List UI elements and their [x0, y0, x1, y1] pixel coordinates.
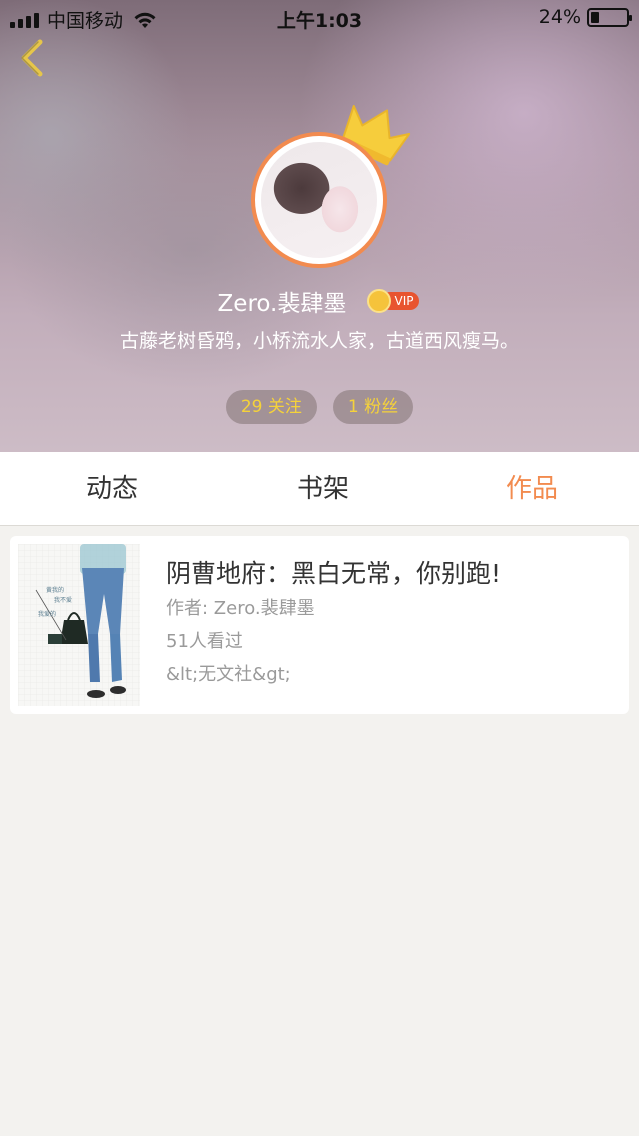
back-chevron-icon[interactable] — [14, 36, 50, 80]
profile-tabs: 动态 书架 作品 — [0, 452, 639, 526]
profile-bio: 古藤老树昏鸦，小桥流水人家，古道西风瘦马。 — [119, 330, 519, 352]
svg-text:黄我的: 黄我的 — [46, 586, 64, 594]
avatar[interactable] — [251, 132, 387, 268]
battery-level — [591, 11, 599, 23]
profile-header: 中国移动 上午1:03 24% Zero.裴肆墨 VIP 古藤老树昏鸦，小桥流水… — [0, 0, 639, 452]
username: Zero.裴肆墨 — [217, 291, 347, 317]
tab-activity[interactable]: 动态 — [42, 452, 182, 526]
battery-icon — [587, 7, 632, 27]
profile-stats: 29 关注 1 粉丝 — [0, 390, 639, 424]
book-views: 51人看过 — [166, 631, 243, 652]
book-title[interactable]: 阴曹地府：黑白无常，你别跑! — [166, 554, 501, 590]
avatar-image — [261, 142, 377, 258]
followers-count-button[interactable]: 1 粉丝 — [332, 390, 414, 424]
tab-works[interactable]: 作品 — [462, 452, 602, 526]
svg-text:我爱的: 我爱的 — [38, 610, 56, 618]
work-card[interactable]: 黄我的 我不爱 我爱的 阴曹地府：黑白无常，你别跑! 作者: Zero.裴肆墨 … — [10, 536, 629, 714]
book-tag: &lt;无文社&gt; — [166, 664, 291, 685]
following-count-button[interactable]: 29 关注 — [225, 390, 317, 424]
tab-bookshelf[interactable]: 书架 — [253, 452, 393, 526]
book-cover: 黄我的 我不爱 我爱的 — [18, 544, 140, 706]
book-cover-illustration: 黄我的 我不爱 我爱的 — [18, 544, 140, 706]
status-bar: 中国移动 上午1:03 24% — [0, 0, 639, 36]
book-author: 作者: Zero.裴肆墨 — [166, 598, 315, 619]
battery-percent: 24% — [538, 6, 581, 28]
vip-badge: VIP — [367, 289, 421, 313]
svg-text:我不爱: 我不爱 — [54, 596, 72, 604]
